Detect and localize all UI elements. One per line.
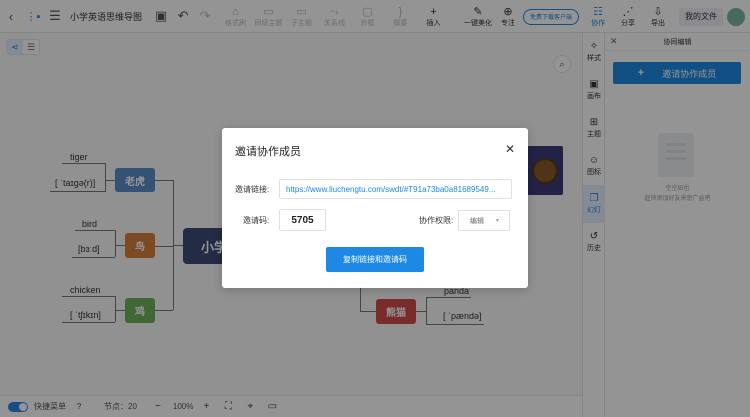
close-icon[interactable]: ✕ [505, 142, 515, 156]
invite-link-field[interactable]: https://www.liuchengtu.com/swdt/#T91a73b… [279, 179, 512, 199]
permission-label: 协作权限: [419, 216, 454, 225]
permission-value: 编辑 [470, 217, 484, 225]
chevron-down-icon: ▼ [495, 218, 500, 224]
invite-code-label: 邀请码: [243, 216, 270, 225]
permission-select[interactable]: 编辑 ▼ [458, 210, 510, 231]
invite-dialog: 邀请协作成员 ✕ 邀请链接: https://www.liuchengtu.co… [222, 128, 528, 288]
copy-link-and-code-button[interactable]: 复制链接和邀请码 [326, 247, 424, 272]
invite-link-label: 邀请链接: [235, 185, 270, 194]
invite-code-field[interactable]: 5705 [279, 209, 326, 231]
dialog-title: 邀请协作成员 [235, 146, 301, 158]
